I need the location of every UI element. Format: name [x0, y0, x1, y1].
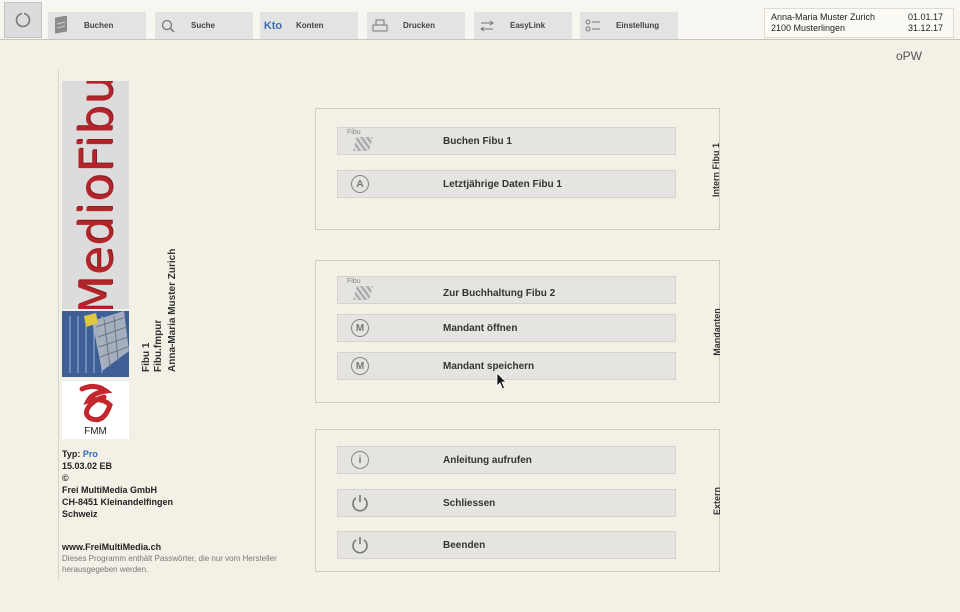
company: Frei MultiMedia GmbH: [62, 485, 158, 495]
power-icon: [338, 490, 382, 516]
period-start: 01.01.17: [907, 12, 943, 22]
fibu-icon: Fibu: [338, 128, 382, 154]
group-intern: Fibu Buchen Fibu 1 A Letztjährige Daten …: [315, 108, 721, 230]
beenden-label: Beenden: [443, 540, 486, 551]
letztjaehrige-daten-label: Letztjährige Daten Fibu 1: [443, 179, 562, 190]
company-address: CH-8451 Kleinandelfingen: [62, 497, 174, 507]
toolbar-einstellung-label: Einstellung: [616, 21, 660, 30]
transfer-icon: [474, 20, 500, 32]
password-note: Dieses Programm enthält Passwörter, die …: [62, 554, 277, 574]
version: 15.03.02 EB: [62, 461, 113, 471]
toolbar-drucken-label: Drucken: [403, 21, 436, 30]
settings-list-icon: [580, 19, 606, 33]
power-icon: [338, 532, 382, 558]
konten-icon: Kto: [263, 19, 283, 32]
mouse-cursor-icon: [496, 372, 507, 390]
refresh-icon: [15, 12, 31, 28]
program-note: www.FreiMultiMedia.ch Dieses Programm en…: [62, 542, 292, 575]
toolbar-einstellung-button[interactable]: Einstellung: [580, 12, 678, 39]
user-info-panel: Anna-Maria Muster Zurich 2100 Musterling…: [764, 8, 954, 38]
anleitung-aufrufen-label: Anleitung aufrufen: [443, 455, 532, 466]
toolbar-buchen-label: Buchen: [84, 21, 114, 30]
sidebar-divider: [58, 70, 59, 580]
schliessen-label: Schliessen: [443, 498, 496, 509]
mandant-m-icon: M: [338, 353, 382, 379]
toolbar: Buchen Suche Kto Konten Drucken EasyLink…: [0, 0, 960, 40]
home-button[interactable]: [4, 2, 42, 38]
program-info: Typ: Pro 15.03.02 EB © Frei MultiMedia G…: [62, 448, 173, 520]
letztjaehrige-daten-button[interactable]: A Letztjährige Daten Fibu 1: [337, 170, 676, 198]
toolbar-buchen-button[interactable]: Buchen: [48, 12, 146, 39]
copyright: ©: [62, 473, 69, 483]
group-mandanten: Fibu Zur Buchhaltung Fibu 2 M Mandant öf…: [315, 260, 722, 403]
mandant-oeffnen-label: Mandant öffnen: [443, 323, 518, 334]
group-extern-title: Extern: [712, 487, 722, 516]
group-mandanten-title: Mandanten: [712, 308, 722, 356]
website-link[interactable]: www.FreiMultiMedia.ch: [62, 542, 292, 553]
anleitung-aufrufen-button[interactable]: i Anleitung aufrufen: [337, 446, 676, 474]
company-country: Schweiz: [62, 509, 98, 519]
fmm-text: FMM: [84, 426, 107, 437]
buchen-fibu1-button[interactable]: Fibu Buchen Fibu 1: [337, 127, 676, 155]
typ-value: Pro: [82, 449, 98, 459]
ledger-icon: [48, 15, 74, 36]
toolbar-drucken-button[interactable]: Drucken: [367, 12, 465, 39]
logo-text: MedioFibu: [68, 81, 123, 309]
group-intern-title: Intern Fibu 1: [711, 143, 721, 197]
zur-buchhaltung-label: Zur Buchhaltung Fibu 2: [443, 288, 556, 299]
search-icon: [155, 19, 181, 33]
buchen-fibu1-label: Buchen Fibu 1: [443, 136, 512, 147]
schliessen-button[interactable]: Schliessen: [337, 489, 676, 517]
group-extern: i Anleitung aufrufen Schliessen Beenden …: [315, 429, 722, 572]
toolbar-suche-button[interactable]: Suche: [155, 12, 253, 39]
zur-buchhaltung-fibu2-button[interactable]: Fibu Zur Buchhaltung Fibu 2: [337, 276, 676, 304]
toolbar-easylink-button[interactable]: EasyLink: [474, 12, 572, 39]
owner-name: Anna-Maria Muster Zurich: [167, 248, 178, 372]
printer-icon: [367, 19, 393, 32]
toolbar-konten-label: Konten: [296, 21, 324, 30]
fmm-logo: FMM: [62, 381, 129, 439]
grid-logo-image: [62, 311, 129, 377]
mediofibu-logo: MedioFibu: [62, 81, 129, 309]
toolbar-easylink-label: EasyLink: [510, 21, 546, 30]
period-end: 31.12.17: [907, 23, 943, 33]
mandant-m-icon: M: [338, 315, 382, 341]
archive-a-icon: A: [338, 171, 382, 197]
fibu-name: Fibu 1: [141, 342, 152, 372]
mandant-speichern-label: Mandant speichern: [443, 361, 535, 372]
toolbar-konten-button[interactable]: Kto Konten: [260, 12, 358, 39]
typ-label: Typ:: [62, 449, 81, 459]
mandant-oeffnen-button[interactable]: M Mandant öffnen: [337, 314, 676, 342]
file-name: Fibu.fmpur: [153, 319, 164, 372]
beenden-button[interactable]: Beenden: [337, 531, 676, 559]
toolbar-suche-label: Suche: [191, 21, 216, 30]
opw-label: oPW: [896, 49, 923, 63]
fibu-icon: Fibu: [338, 277, 382, 303]
info-icon: i: [338, 447, 382, 473]
